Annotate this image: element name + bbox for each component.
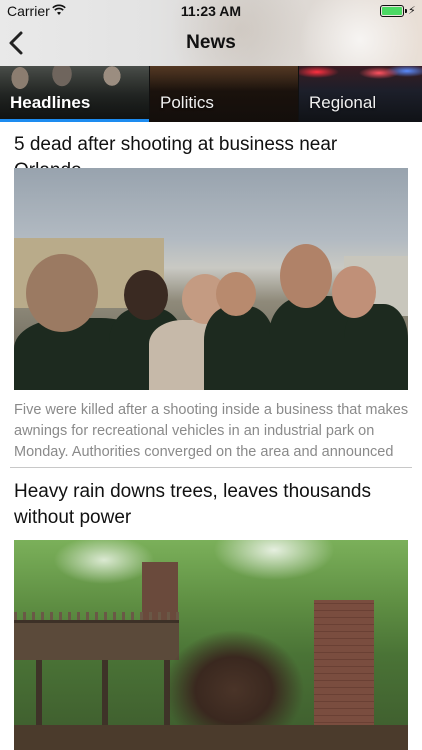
header: Carrier 11:23 AM ⚡ News [0, 0, 422, 66]
article-card[interactable]: 5 dead after shooting at business near O… [0, 122, 422, 468]
tab-regional[interactable]: Regional [298, 66, 422, 122]
tab-label: Regional [309, 93, 377, 112]
page-title: News [186, 32, 236, 53]
status-bar: Carrier 11:23 AM ⚡ [0, 0, 422, 22]
charging-bolt-icon: ⚡ [408, 5, 416, 17]
tab-politics[interactable]: Politics [149, 66, 298, 122]
battery-icon: ⚡ [380, 5, 416, 17]
article-card[interactable]: Heavy rain downs trees, leaves thousands… [0, 468, 422, 750]
article-title[interactable]: Heavy rain downs trees, leaves thousands… [14, 479, 410, 531]
article-image[interactable] [14, 168, 408, 390]
tab-label: Headlines [10, 93, 91, 112]
article-image[interactable] [14, 540, 408, 750]
status-time: 11:23 AM [180, 3, 242, 19]
article-summary: Five were killed after a shooting inside… [14, 402, 409, 460]
tab-label: Politics [160, 93, 214, 112]
tab-headlines[interactable]: Headlines [0, 66, 149, 122]
category-tabs: Headlines Politics Regional [0, 66, 422, 122]
